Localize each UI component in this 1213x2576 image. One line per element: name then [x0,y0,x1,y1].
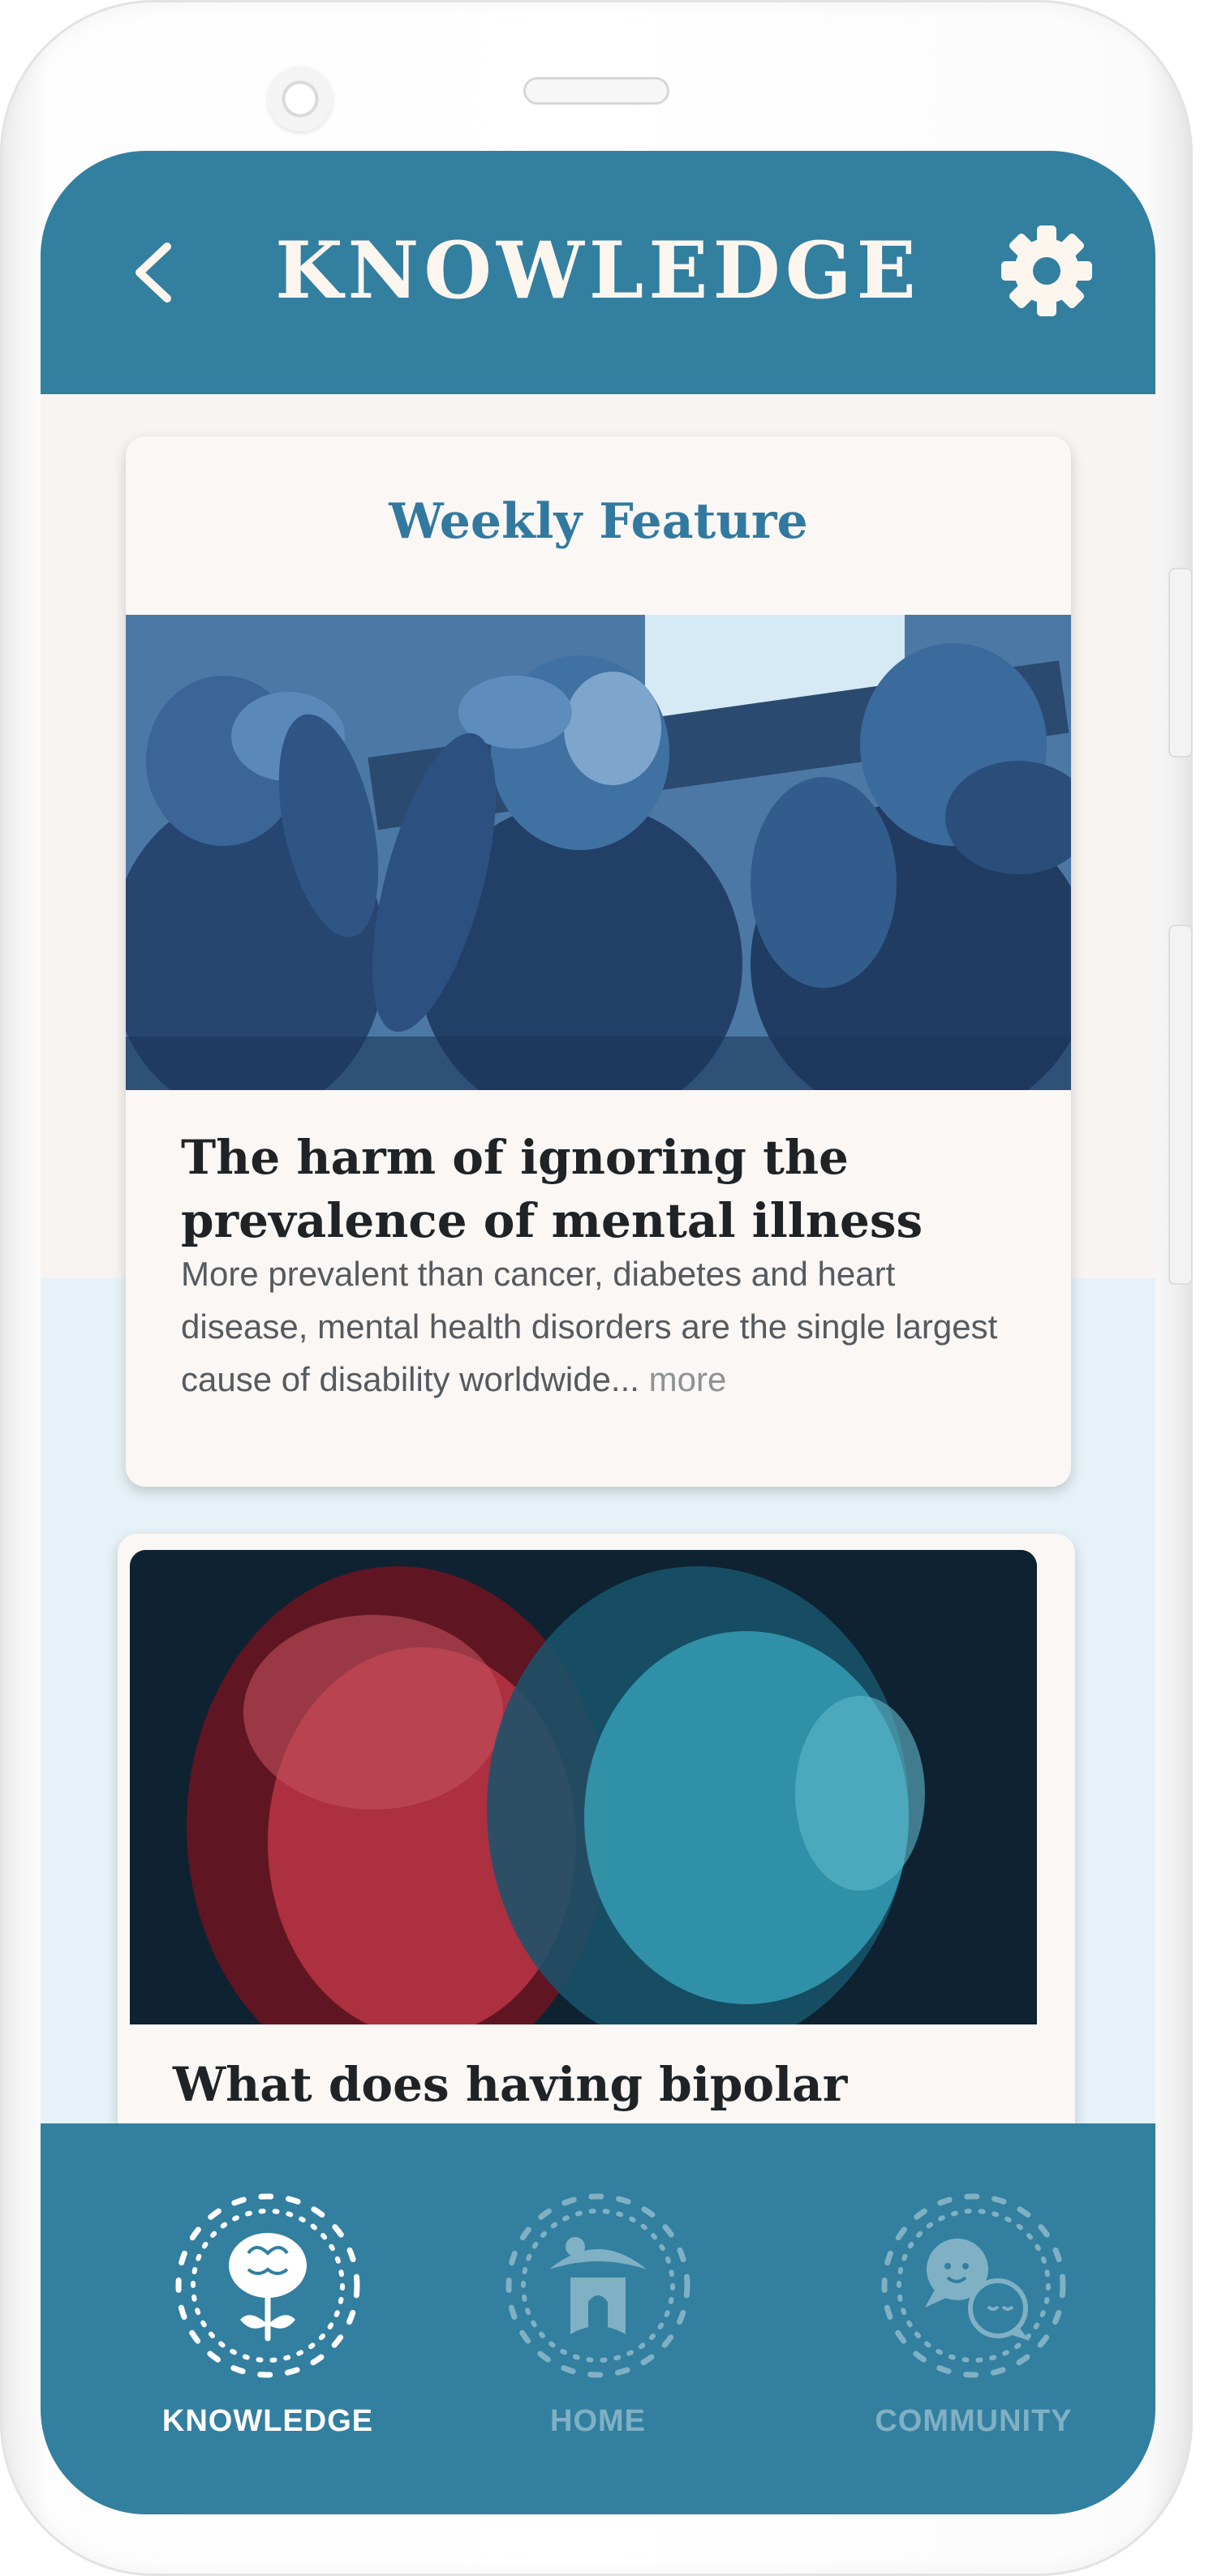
nav-home-label: HOME [550,2404,646,2438]
weekly-feature-label: Weekly Feature [389,493,808,550]
chat-faces-sun-icon [881,2193,1066,2378]
nav-home[interactable]: HOME [476,2188,720,2456]
settings-button[interactable] [998,222,1095,320]
feature-title[interactable]: The harm of ignoring the prevalence of m… [181,1126,1025,1252]
home-sun-icon [505,2193,690,2378]
phone-frame: KNOWLEDGE Weekly Feature The harm of ign… [0,0,1193,2576]
nav-knowledge[interactable]: KNOWLEDGE [146,2188,389,2456]
feature-image [126,615,1071,1090]
three-monkeys-illustration [126,615,1071,1090]
power-button [1168,925,1193,1285]
feature-summary-text: More prevalent than cancer, diabetes and… [181,1255,998,1398]
front-camera [268,67,333,131]
top-app-bar: KNOWLEDGE [41,151,1155,394]
nav-community-label: COMMUNITY [875,2404,1073,2438]
page-title: KNOWLEDGE [275,225,921,316]
article-title[interactable]: What does having bipolar [173,2053,1017,2116]
volume-button [1168,568,1193,758]
nav-knowledge-label: KNOWLEDGE [161,2404,374,2438]
bottom-navigation: KNOWLEDGE HOME COMMUNITY [41,2123,1155,2514]
feature-summary: More prevalent than cancer, diabetes and… [181,1247,1017,1406]
app-screen: KNOWLEDGE Weekly Feature The harm of ign… [41,151,1155,2514]
gear-icon [1001,225,1092,316]
article-image [130,1550,1037,2024]
earpiece-speaker [523,77,669,105]
weekly-feature-card[interactable]: Weekly Feature The harm of ignoring the … [126,436,1071,1487]
brain-sun-icon [175,2193,360,2378]
nav-community[interactable]: COMMUNITY [852,2188,1095,2456]
blurred-portrait-illustration [130,1550,1037,2024]
more-link[interactable]: more [649,1360,727,1398]
